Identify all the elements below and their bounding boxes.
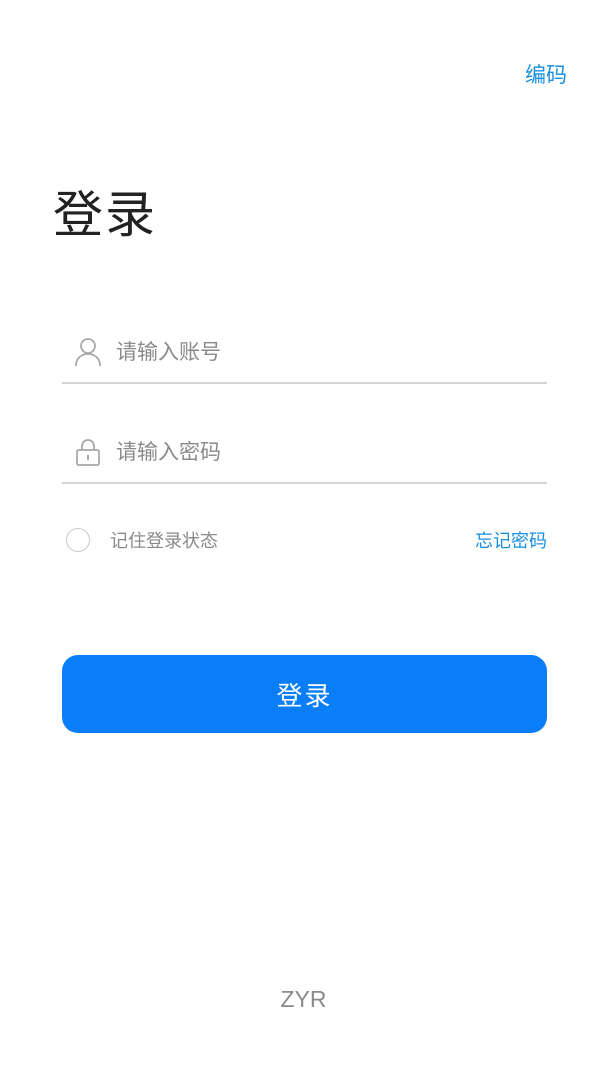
account-field — [62, 322, 547, 384]
remember-label[interactable]: 记住登录状态 — [110, 527, 218, 553]
footer-text: ZYR — [280, 986, 327, 1012]
password-input[interactable] — [116, 432, 547, 472]
password-field — [62, 422, 547, 484]
account-input[interactable] — [116, 332, 547, 372]
login-button[interactable]: 登录 — [62, 655, 547, 733]
remember-checkbox[interactable] — [66, 528, 90, 552]
remember-row: 记住登录状态 忘记密码 — [66, 524, 547, 556]
user-icon — [74, 336, 102, 368]
encoding-link[interactable]: 编码 — [525, 60, 567, 90]
forgot-password-link[interactable]: 忘记密码 — [475, 527, 547, 553]
lock-icon — [74, 436, 102, 468]
page-title: 登录 — [53, 186, 157, 244]
